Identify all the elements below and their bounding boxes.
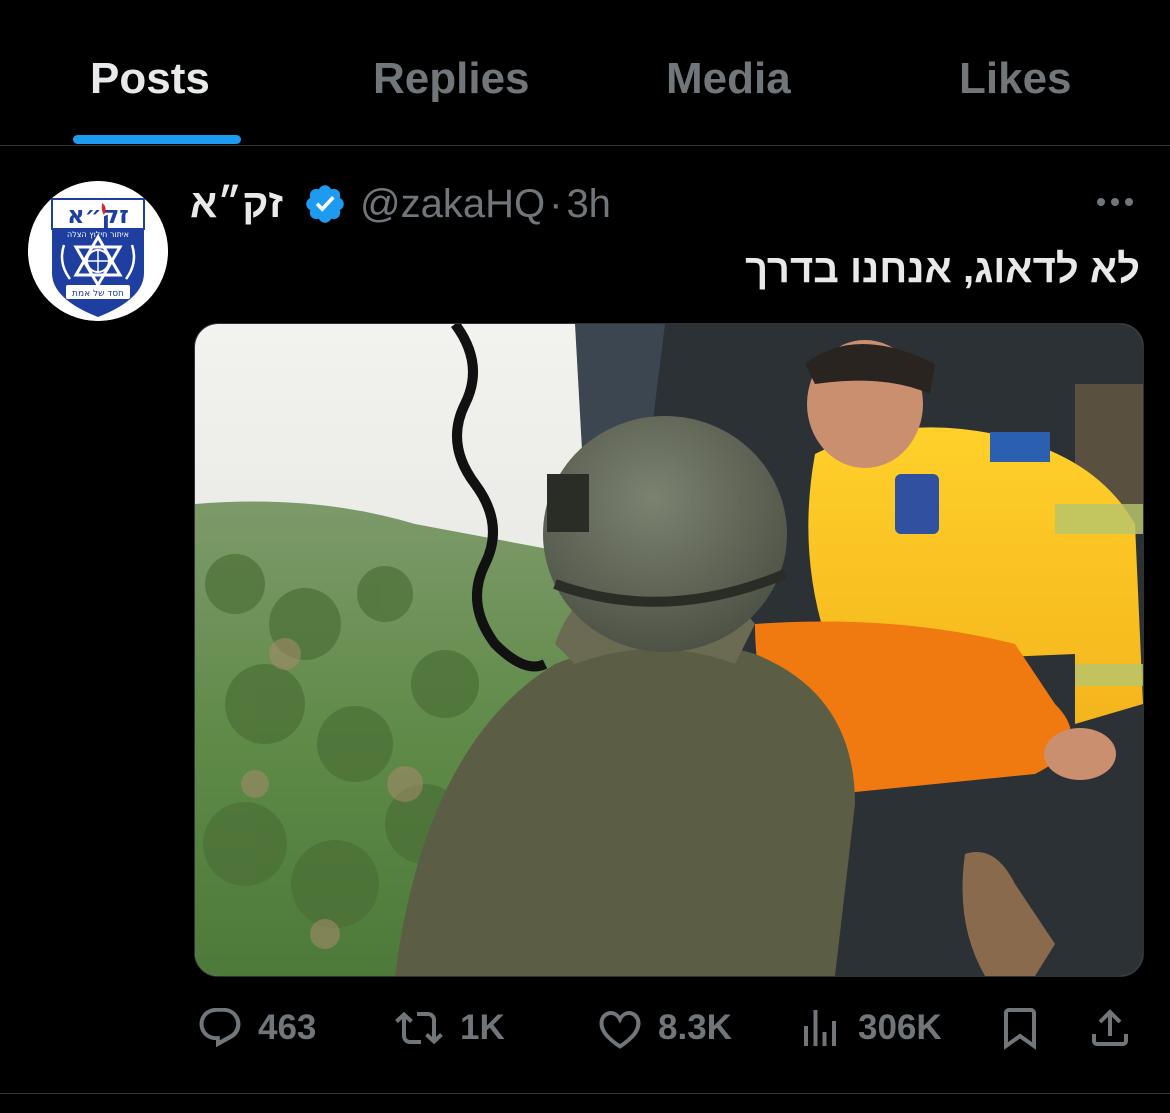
handle[interactable]: @zakaHQ: [360, 182, 545, 226]
retweet-button[interactable]: 1K: [392, 1002, 505, 1054]
tweet-media-photo[interactable]: [194, 323, 1144, 977]
share-icon: [1092, 1009, 1128, 1046]
avatar-logo-title: זק״א: [67, 201, 129, 229]
photo-helicopter-rescue-icon: [195, 324, 1143, 976]
views-button[interactable]: 306K: [796, 1002, 942, 1054]
tab-likes[interactable]: Likes: [959, 52, 1072, 106]
like-count: 8.3K: [658, 1008, 732, 1047]
retweet-icon: [395, 1011, 443, 1045]
tab-posts[interactable]: Posts: [90, 52, 210, 106]
more-options-icon[interactable]: [1092, 184, 1138, 220]
verified-badge-icon[interactable]: [303, 182, 347, 226]
divider: [0, 1093, 1170, 1094]
tab-media[interactable]: Media: [666, 52, 791, 106]
display-name[interactable]: זק״א: [190, 180, 283, 228]
profile-tabs: Posts Replies Media Likes: [0, 0, 1170, 146]
heart-icon: [599, 1010, 641, 1049]
bookmark-button[interactable]: [996, 1002, 1044, 1054]
active-tab-indicator: [73, 135, 241, 144]
avatar-logo-subtitle: איתור חילוץ הצלה: [67, 230, 129, 239]
handle-and-time: @zakaHQ · 3h: [360, 180, 611, 228]
timestamp[interactable]: 3h: [566, 182, 611, 226]
avatar[interactable]: זק״א איתור חילוץ הצלה חסד של אמת: [28, 181, 168, 321]
bookmark-icon: [1004, 1008, 1036, 1050]
views-chart-icon: [804, 1010, 836, 1046]
reply-count: 463: [258, 1008, 317, 1047]
reply-button[interactable]: 463: [196, 1002, 316, 1054]
tab-replies[interactable]: Replies: [373, 52, 530, 106]
separator: ·: [549, 182, 563, 226]
tweet-text: לא לדאוג, אנחנו בדרך: [745, 247, 1140, 291]
share-button[interactable]: [1086, 1002, 1134, 1054]
retweet-count: 1K: [460, 1008, 505, 1047]
views-count: 306K: [858, 1008, 942, 1047]
zaka-logo-icon: זק״א איתור חילוץ הצלה חסד של אמת: [28, 181, 168, 321]
reply-icon: [199, 1008, 241, 1048]
avatar-logo-motto: חסד של אמת: [72, 289, 124, 299]
like-button[interactable]: 8.3K: [596, 1002, 732, 1054]
